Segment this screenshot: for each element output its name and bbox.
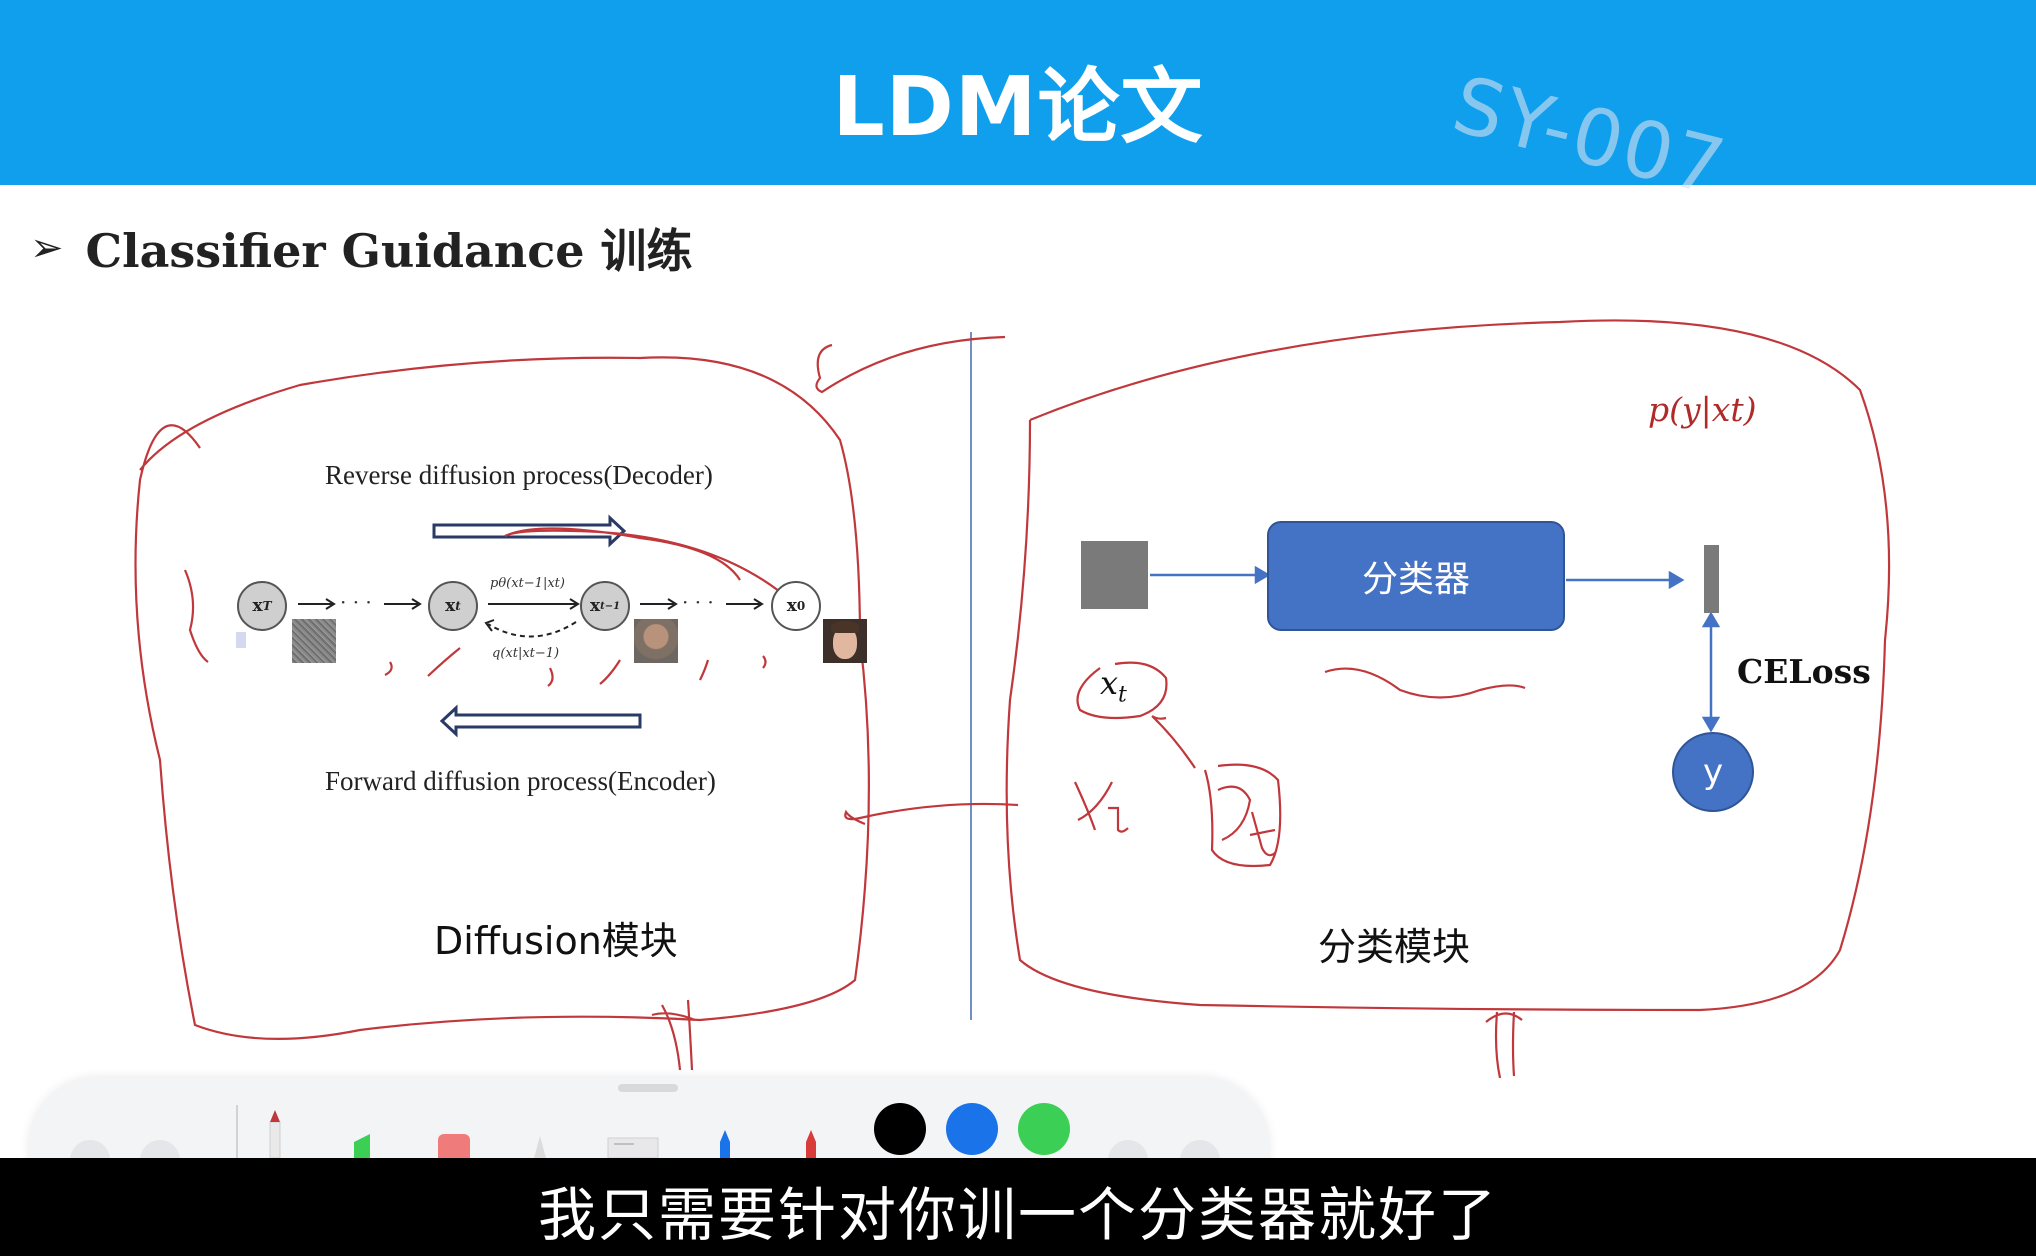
- pen-icon[interactable]: [262, 1108, 288, 1159]
- arrow-bullet-icon: ➢: [30, 225, 64, 271]
- pencil-icon[interactable]: [528, 1132, 552, 1158]
- toolbar-drag-handle[interactable]: [618, 1084, 678, 1092]
- noise-image: [292, 619, 336, 663]
- blue-marker-icon[interactable]: [714, 1128, 736, 1158]
- eraser-icon[interactable]: [438, 1134, 470, 1158]
- color-swatch-green[interactable]: [1018, 1103, 1070, 1155]
- color-swatch-blue[interactable]: [946, 1103, 998, 1155]
- classifier-module-label: 分类模块: [1318, 925, 1471, 969]
- forward-process-caption: Forward diffusion process(Encoder): [325, 766, 716, 796]
- section-heading: ➢ Classifier Guidance 训练: [30, 215, 693, 281]
- p-theta-label: pθ(xt−1|xt): [490, 576, 565, 591]
- diffusion-module-label: Diffusion模块: [434, 919, 678, 963]
- node-x0: x0: [771, 581, 821, 631]
- chain-dots-right: · · ·: [682, 590, 714, 614]
- color-swatch-black[interactable]: [874, 1103, 926, 1155]
- section-heading-text: Classifier Guidance 训练: [85, 224, 693, 278]
- classifier-box: 分类器: [1267, 521, 1565, 631]
- reverse-process-caption: Reverse diffusion process(Decoder): [325, 460, 713, 490]
- forward-direction-arrow: [439, 704, 642, 738]
- label-y-circle: y: [1672, 732, 1754, 812]
- slide-header: LDM论文 SY-007: [0, 0, 2036, 214]
- classifier-input-square: [1081, 541, 1148, 609]
- chain-dots-left: · · ·: [340, 590, 372, 614]
- celoss-label: CELoss: [1737, 652, 1871, 691]
- probability-annotation: p(y|xt): [1648, 390, 1757, 429]
- face-image: [823, 619, 867, 663]
- reverse-direction-arrow: [432, 514, 627, 548]
- vertical-divider: [970, 332, 972, 1020]
- node-xT: xT: [237, 581, 287, 631]
- highlighter-icon[interactable]: [350, 1132, 374, 1158]
- toolbar-separator: [236, 1105, 238, 1158]
- q-label: q(xt|xt−1): [492, 646, 560, 661]
- red-marker-icon[interactable]: [800, 1128, 822, 1158]
- subtitle-text: 我只需要针对你训一个分类器就好了: [537, 1181, 1498, 1249]
- text-tool-icon[interactable]: [604, 1134, 664, 1159]
- node-xt-minus-1: x t−1: [580, 581, 630, 631]
- node-xt: xt: [428, 581, 478, 631]
- classifier-output-bar: [1704, 545, 1719, 613]
- xt-annotation: xt: [1100, 664, 1127, 708]
- partially-noised-image: [634, 619, 678, 663]
- small-marker: [236, 632, 246, 648]
